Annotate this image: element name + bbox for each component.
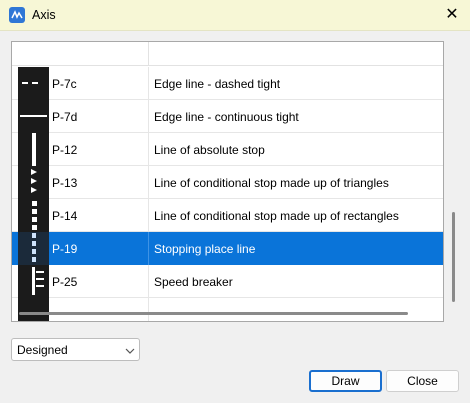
item-code: P-12	[52, 143, 78, 157]
item-description: Speed breaker	[154, 275, 233, 289]
marking-thumbnail	[18, 199, 49, 232]
list-item[interactable]: P-14 Line of conditional stop made up of…	[12, 199, 443, 232]
item-code: P-7d	[52, 110, 78, 124]
draw-button[interactable]: Draw	[309, 370, 382, 392]
item-description: Edge line - dashed tight	[154, 77, 281, 91]
window-title: Axis	[32, 8, 56, 22]
column-divider	[148, 298, 149, 321]
column-divider	[148, 133, 149, 166]
marking-list[interactable]: P-7c Edge line - dashed tight P-7d Edge …	[11, 41, 444, 322]
marking-thumbnail	[18, 166, 49, 199]
list-item[interactable]: P-7c Edge line - dashed tight	[12, 67, 443, 100]
item-description: Edge line - continuous tight	[154, 110, 299, 124]
list-item[interactable]: P-7d Edge line - continuous tight	[12, 100, 443, 133]
axis-app-icon	[9, 7, 25, 23]
list-item[interactable]: P-25 Speed breaker	[12, 265, 443, 298]
list-item[interactable]	[12, 298, 443, 321]
marking-thumbnail	[18, 265, 49, 298]
horizontal-scrollbar[interactable]	[19, 312, 408, 315]
column-divider	[148, 100, 149, 133]
marking-thumbnail	[18, 232, 49, 265]
marking-thumbnail	[18, 298, 49, 321]
column-divider	[148, 166, 149, 199]
marking-thumbnail	[18, 67, 49, 100]
column-divider	[148, 199, 149, 232]
item-code: P-14	[52, 209, 78, 223]
item-description: Stopping place line	[154, 242, 256, 256]
list-item[interactable]: P-12 Line of absolute stop	[12, 133, 443, 166]
marking-thumbnail	[18, 100, 49, 133]
item-code: P-19	[52, 242, 78, 256]
column-divider	[148, 67, 149, 100]
close-icon[interactable]: ✕	[440, 4, 464, 26]
list-item-selected[interactable]: P-19 Stopping place line	[12, 232, 443, 265]
item-code: P-7c	[52, 77, 77, 91]
item-code: P-13	[52, 176, 78, 190]
filter-value: Designed	[17, 343, 68, 357]
column-divider	[148, 265, 149, 298]
marking-thumbnail	[18, 133, 49, 166]
column-divider[interactable]	[148, 42, 149, 66]
vertical-scrollbar[interactable]	[452, 212, 455, 302]
item-code: P-25	[52, 275, 78, 289]
close-button[interactable]: Close	[386, 370, 459, 392]
list-header	[12, 42, 443, 66]
chevron-down-icon	[125, 345, 135, 359]
item-description: Line of conditional stop made up of tria…	[154, 176, 389, 190]
title-bar: Axis ✕	[0, 0, 470, 31]
list-item[interactable]: P-13 Line of conditional stop made up of…	[12, 166, 443, 199]
filter-dropdown[interactable]: Designed	[11, 338, 140, 361]
item-description: Line of conditional stop made up of rect…	[154, 209, 399, 223]
item-description: Line of absolute stop	[154, 143, 265, 157]
column-divider	[148, 232, 149, 265]
